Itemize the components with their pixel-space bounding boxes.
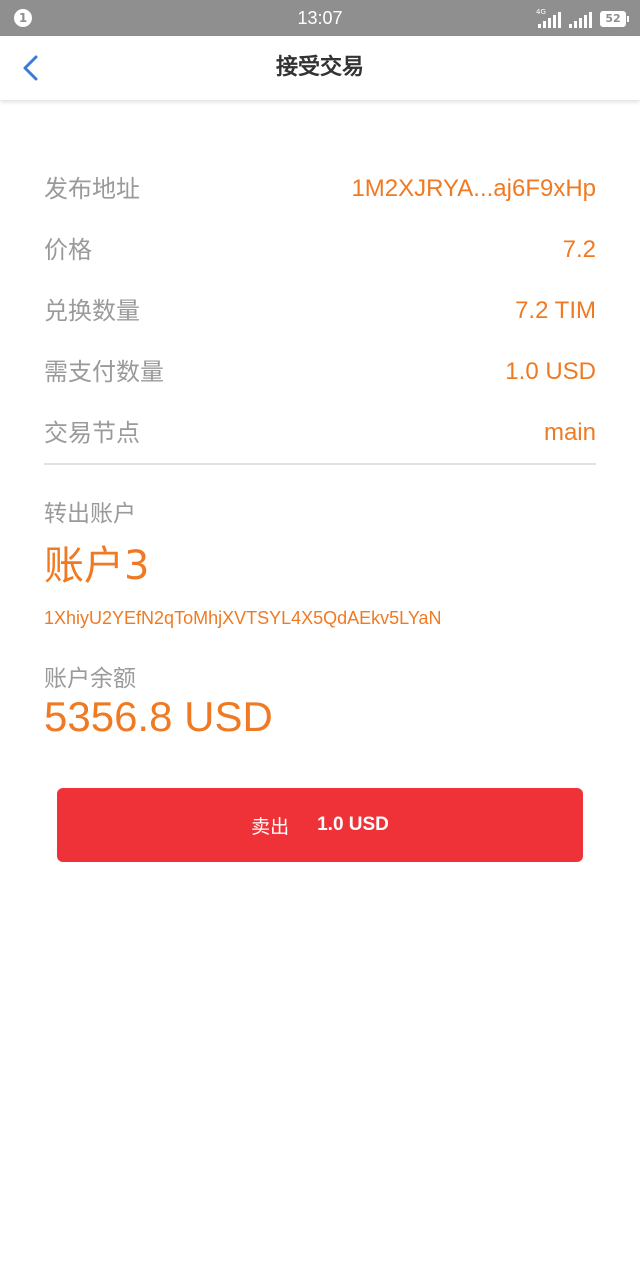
sell-button[interactable]: 卖出 1.0 USD <box>57 788 583 862</box>
chevron-left-icon <box>23 55 38 81</box>
account-balance: 5356.8 USD <box>44 693 273 740</box>
detail-label: 兑换数量 <box>44 297 140 325</box>
detail-row-exchange-amount: 兑换数量 7.2 TIM <box>44 291 596 331</box>
status-bar: 1 13:07 4G 52 <box>0 0 640 36</box>
detail-label: 需支付数量 <box>44 358 164 386</box>
battery-icon: 52 <box>600 11 629 27</box>
page-title: 接受交易 <box>275 55 364 80</box>
balance-label: 账户余额 <box>44 666 136 692</box>
status-indicators: 4G 52 <box>536 8 629 28</box>
detail-value: 7.2 TIM <box>515 297 596 324</box>
account-name[interactable]: 账户3 <box>44 540 149 592</box>
detail-value: 1M2XJRYA...aj6F9xHp <box>351 175 596 202</box>
detail-value: 1.0 USD <box>505 358 596 385</box>
signal-icon <box>569 12 592 28</box>
detail-row-price: 价格 7.2 <box>44 230 596 270</box>
detail-value: 7.2 <box>562 236 596 263</box>
detail-row-trade-node: 交易节点 main <box>44 413 596 453</box>
detail-value: main <box>543 419 596 446</box>
nav-bar: 接受交易 <box>0 36 640 100</box>
detail-label: 发布地址 <box>44 175 140 203</box>
signal-4g-icon: 4G <box>536 8 561 28</box>
network-type-label: 4G <box>536 8 546 16</box>
back-button[interactable] <box>16 52 48 84</box>
account-address: 1XhiyU2YEfN2qToMhjXVTSYL4X5QdAEkv5LYaN <box>44 608 442 628</box>
detail-row-payment-amount: 需支付数量 1.0 USD <box>44 352 596 392</box>
divider <box>44 463 596 465</box>
sell-button-amount: 1.0 USD <box>317 814 389 835</box>
transfer-account-label: 转出账户 <box>44 501 136 527</box>
detail-row-publish-address: 发布地址 1M2XJRYA...aj6F9xHp <box>44 169 596 209</box>
detail-label: 价格 <box>44 236 92 264</box>
sell-button-label: 卖出 <box>251 815 290 838</box>
detail-label: 交易节点 <box>44 419 140 447</box>
